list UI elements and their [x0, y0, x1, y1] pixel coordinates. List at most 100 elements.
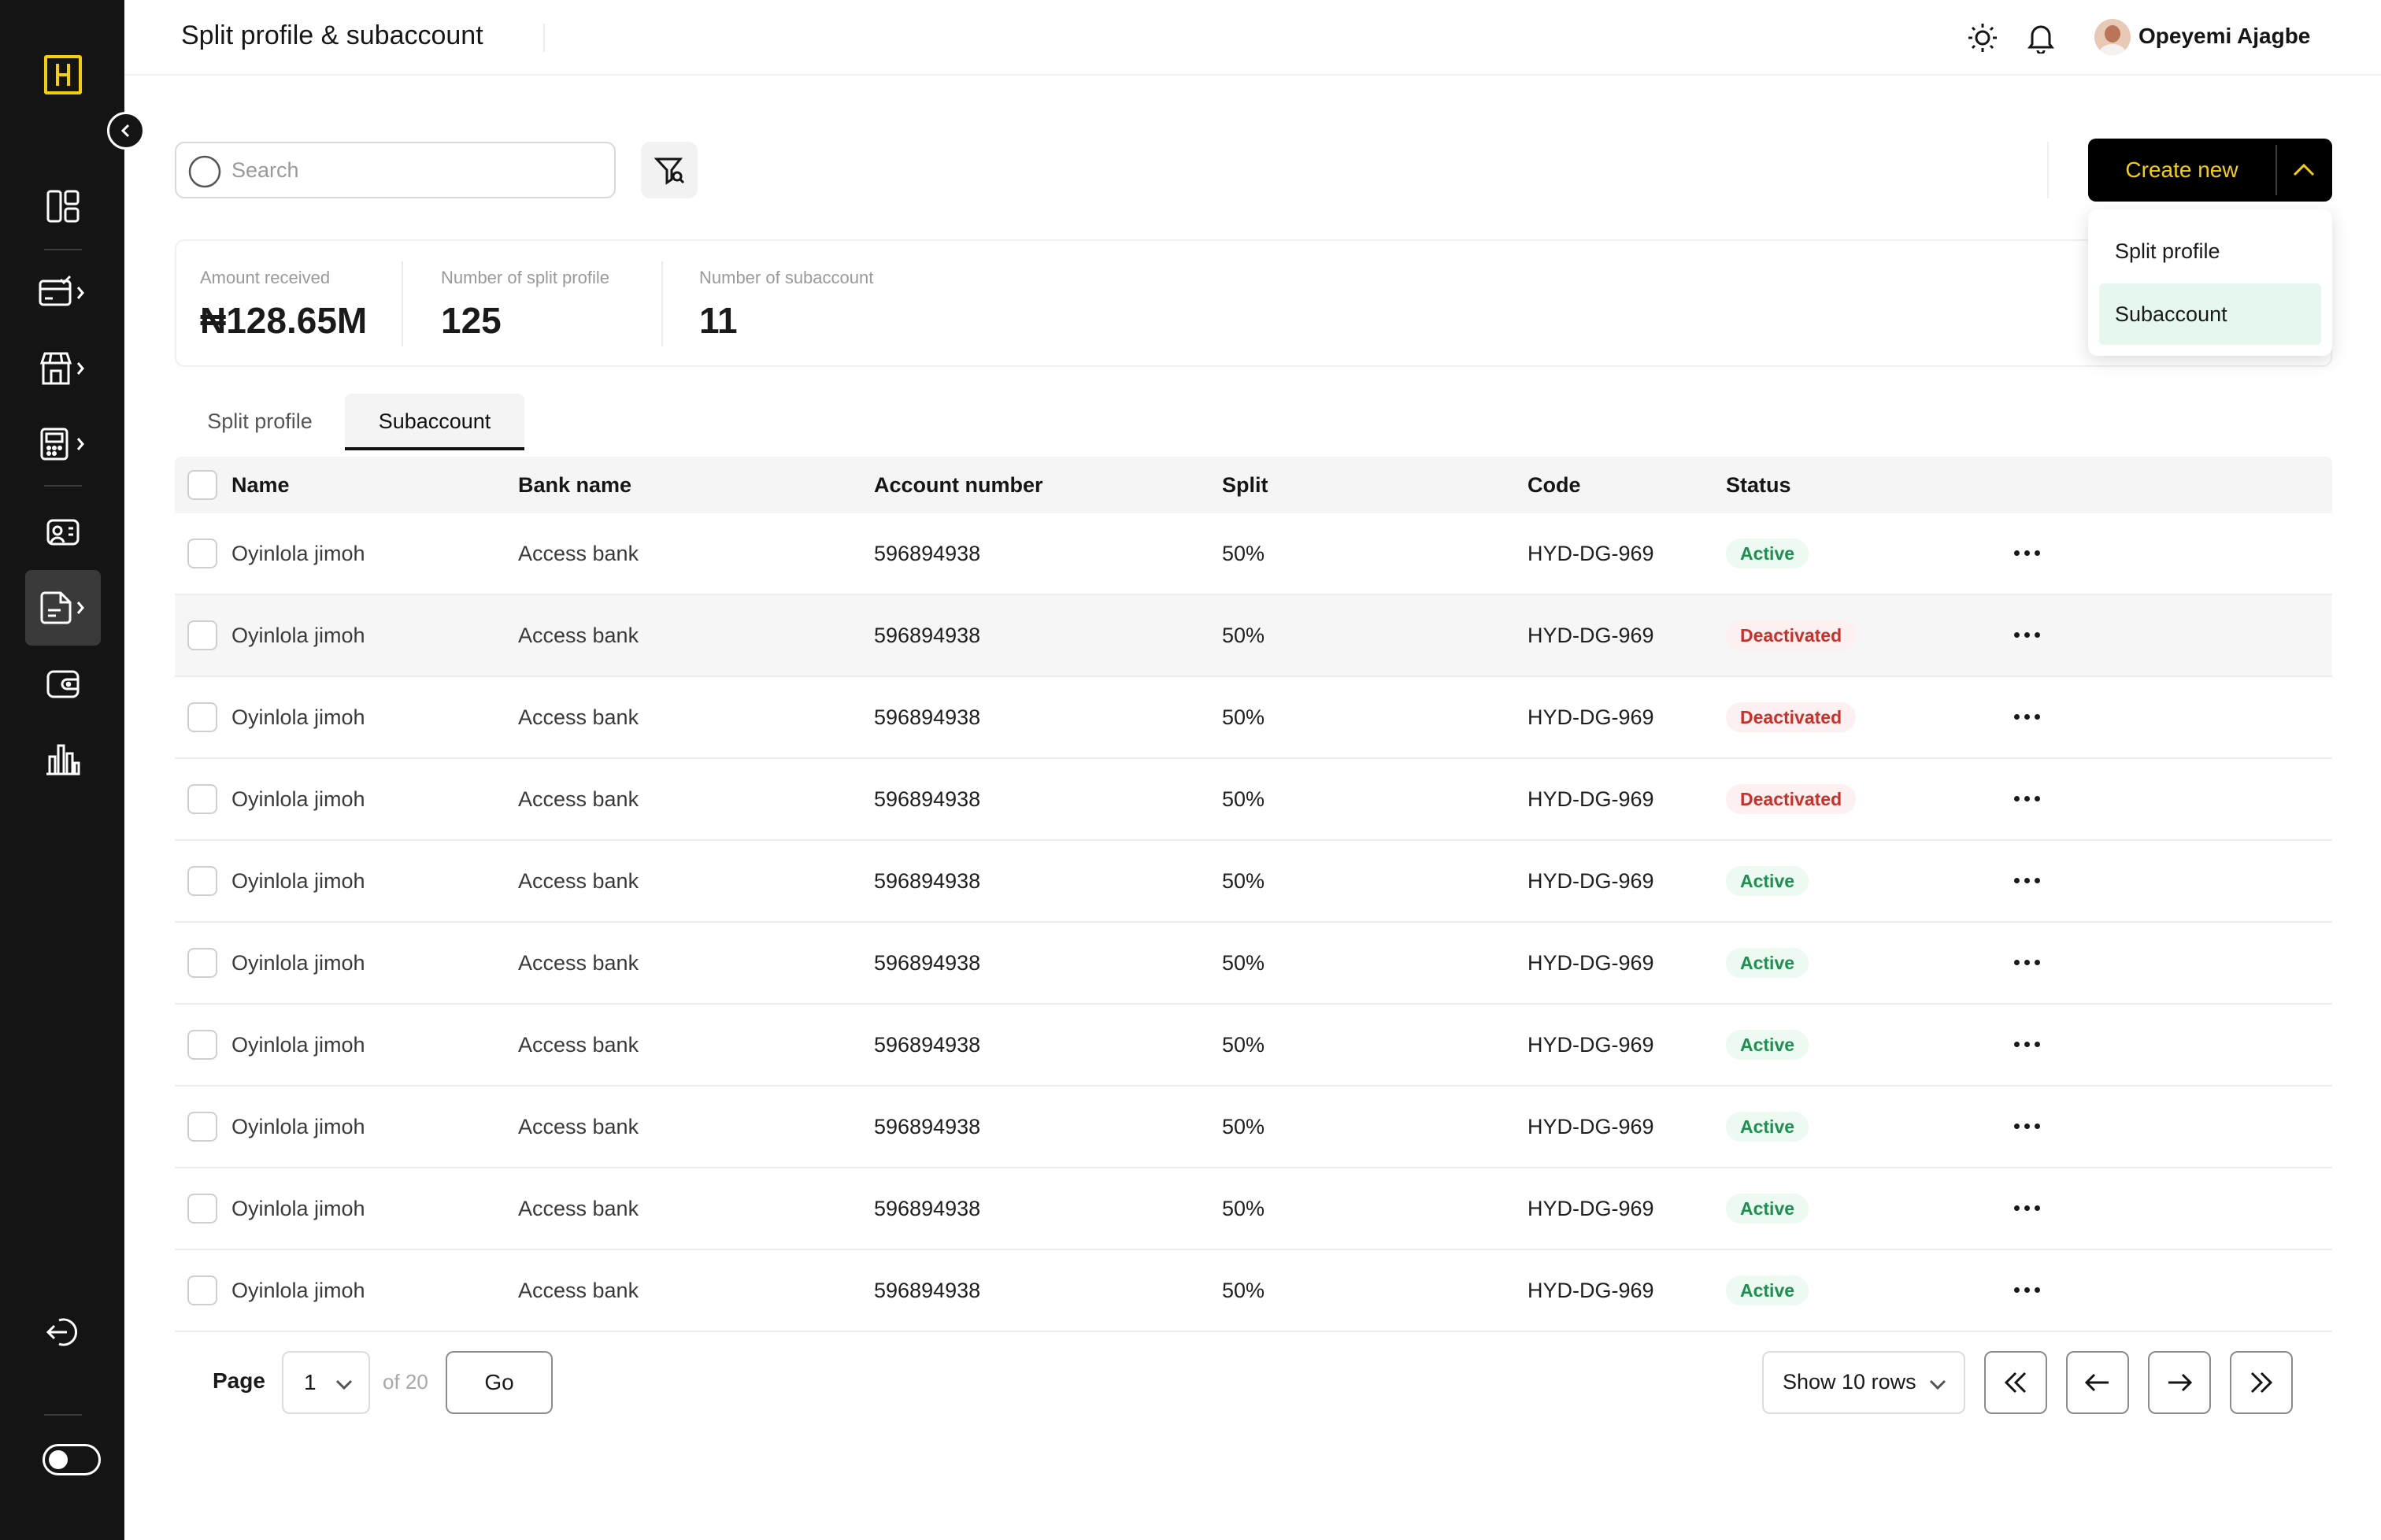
table-row[interactable]: Oyinlola jimoh Access bank 596894938 50% HYD… [175, 759, 2332, 841]
cell-bank-name: Access bank [518, 787, 639, 811]
top-header: Split profile & subaccount Opeyemi Ajagb… [124, 0, 2381, 76]
more-options-icon[interactable] [2014, 1042, 2040, 1047]
column-header-account[interactable]: Account number [874, 457, 1043, 513]
first-page-button[interactable] [1984, 1351, 2047, 1414]
cell-account-number: 596894938 [874, 1196, 981, 1220]
table-row[interactable]: Oyinlola jimoh Access bank 596894938 50% HYD… [175, 923, 2332, 1005]
column-header-bank[interactable]: Bank name [518, 457, 631, 513]
cell-code: HYD-DG-969 [1527, 623, 1654, 647]
row-checkbox[interactable] [187, 866, 217, 896]
rows-per-page-select[interactable]: Show 10 rows [1762, 1351, 1965, 1414]
cell-bank-name: Access bank [518, 1114, 639, 1138]
more-options-icon[interactable] [2014, 878, 2040, 883]
row-checkbox[interactable] [187, 948, 217, 978]
user-name[interactable]: Opeyemi Ajagbe [2138, 24, 2310, 49]
cell-account-number: 596894938 [874, 787, 981, 811]
tab-split-profile[interactable]: Split profile [189, 394, 331, 450]
more-options-icon[interactable] [2014, 1287, 2040, 1293]
cell-code: HYD-DG-969 [1527, 705, 1654, 729]
row-checkbox[interactable] [187, 1030, 217, 1060]
table-row[interactable]: Oyinlola jimoh Access bank 596894938 50% HYD… [175, 1250, 2332, 1332]
row-checkbox[interactable] [187, 620, 217, 650]
logout-button[interactable] [25, 1294, 101, 1370]
table-row[interactable]: Oyinlola jimoh Access bank 596894938 50% HYD… [175, 513, 2332, 595]
column-header-name[interactable]: Name [231, 457, 290, 513]
row-checkbox[interactable] [187, 1194, 217, 1223]
create-new-button[interactable]: Create new [2088, 139, 2332, 202]
header-divider [543, 24, 545, 52]
cell-name: Oyinlola jimoh [231, 1114, 365, 1138]
sidebar-item-dashboard[interactable] [25, 168, 101, 244]
more-options-icon[interactable] [2014, 1124, 2040, 1129]
cell-name: Oyinlola jimoh [231, 868, 365, 893]
next-page-button[interactable] [2148, 1351, 2211, 1414]
sidebar-item-payments[interactable] [25, 255, 101, 331]
table-row[interactable]: Oyinlola jimoh Access bank 596894938 50% HYD… [175, 1005, 2332, 1087]
row-checkbox[interactable] [187, 702, 217, 732]
more-options-icon[interactable] [2014, 714, 2040, 720]
row-checkbox[interactable] [187, 1275, 217, 1305]
column-header-split[interactable]: Split [1222, 457, 1268, 513]
cell-code: HYD-DG-969 [1527, 868, 1654, 893]
column-header-status[interactable]: Status [1726, 457, 1791, 513]
filter-button[interactable] [641, 142, 698, 198]
search-input[interactable] [231, 154, 594, 186]
search-box [175, 142, 616, 198]
row-checkbox[interactable] [187, 539, 217, 568]
theme-button[interactable] [1964, 19, 2001, 57]
theme-toggle[interactable] [43, 1444, 101, 1475]
table-row[interactable]: Oyinlola jimoh Access bank 596894938 50% HYD… [175, 1087, 2332, 1168]
table-row[interactable]: Oyinlola jimoh Access bank 596894938 50% HYD… [175, 841, 2332, 923]
sidebar-item-customers[interactable] [25, 494, 101, 570]
cell-bank-name: Access bank [518, 705, 639, 729]
sidebar-item-split[interactable] [25, 570, 101, 646]
stat-label: Amount received [200, 268, 331, 287]
sidebar-item-wallet[interactable] [25, 646, 101, 721]
more-options-icon[interactable] [2014, 632, 2040, 638]
cell-status: Deactivated [1726, 595, 1857, 676]
stat-subaccounts: Number of subaccount 11 [699, 268, 873, 342]
chevron-up-icon[interactable] [2287, 154, 2321, 186]
brand-logo[interactable] [44, 55, 82, 94]
table-row[interactable]: Oyinlola jimoh Access bank 596894938 50% HYD… [175, 677, 2332, 759]
sidebar-item-pos[interactable] [25, 406, 101, 482]
split-document-icon [40, 591, 84, 624]
cell-split: 50% [1222, 1196, 1265, 1220]
menu-item-split-profile[interactable]: Split profile [2099, 220, 2321, 282]
stat-divider [661, 261, 663, 346]
sidebar-collapse-button[interactable] [107, 112, 145, 150]
column-header-code[interactable]: Code [1527, 457, 1581, 513]
menu-item-subaccount[interactable]: Subaccount [2099, 283, 2321, 345]
cell-bank-name: Access bank [518, 623, 639, 647]
table-row[interactable]: Oyinlola jimoh Access bank 596894938 50% HYD… [175, 1168, 2332, 1250]
stats-panel: Amount received ₦128.65M Number of split… [175, 239, 2332, 367]
page-title: Split profile & subaccount [181, 20, 483, 50]
table-header: Name Bank name Account number Split Code… [175, 457, 2332, 513]
arrow-left-icon [2084, 1373, 2109, 1392]
sidebar-item-storefront[interactable] [25, 331, 101, 406]
wallet-icon [46, 670, 80, 698]
stat-amount-received: Amount received ₦128.65M [200, 268, 367, 342]
cell-bank-name: Access bank [518, 541, 639, 565]
page-select[interactable]: 1 [282, 1351, 370, 1414]
avatar[interactable] [2094, 19, 2131, 55]
select-all-checkbox[interactable] [187, 470, 217, 500]
last-page-button[interactable] [2230, 1351, 2293, 1414]
more-options-icon[interactable] [2014, 1205, 2040, 1211]
create-new-label[interactable]: Create new [2088, 139, 2275, 202]
go-button[interactable]: Go [446, 1351, 553, 1414]
sidebar-item-reports[interactable] [25, 721, 101, 797]
tab-subaccount[interactable]: Subaccount [345, 394, 524, 450]
row-checkbox[interactable] [187, 1112, 217, 1142]
row-checkbox[interactable] [187, 784, 217, 814]
notifications-button[interactable] [2022, 19, 2060, 57]
previous-page-button[interactable] [2066, 1351, 2129, 1414]
table-row[interactable]: Oyinlola jimoh Access bank 596894938 50% HYD… [175, 595, 2332, 677]
arrow-right-icon [2168, 1373, 2193, 1392]
more-options-icon[interactable] [2014, 960, 2040, 965]
table-body: Oyinlola jimoh Access bank 596894938 50% HYD… [175, 513, 2332, 1332]
cell-code: HYD-DG-969 [1527, 1278, 1654, 1302]
more-options-icon[interactable] [2014, 796, 2040, 801]
cell-status: Active [1726, 513, 1809, 594]
more-options-icon[interactable] [2014, 550, 2040, 556]
